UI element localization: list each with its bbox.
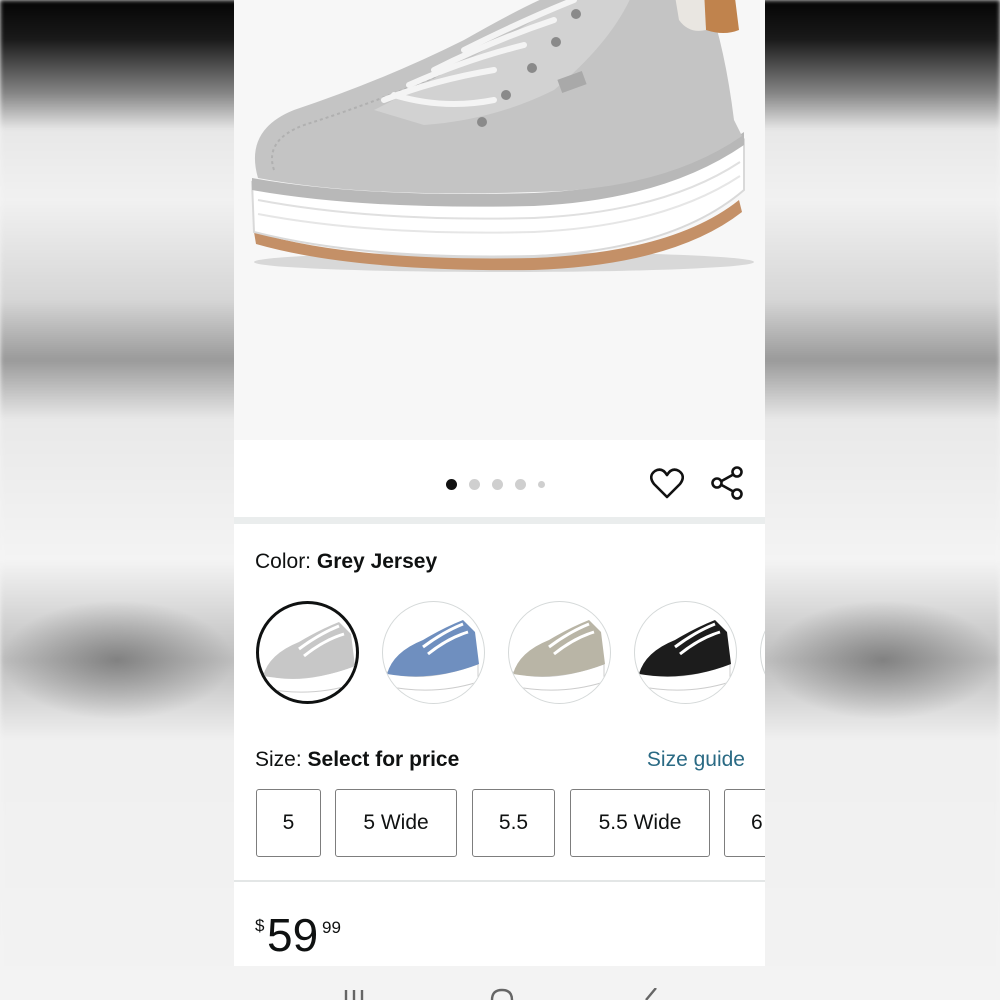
carousel-dot-2[interactable]: [469, 478, 480, 490]
section-divider: [234, 517, 765, 524]
size-option-6[interactable]: 6: [724, 789, 765, 857]
price-fraction: 99: [322, 918, 341, 937]
back-icon[interactable]: [640, 988, 660, 1000]
size-guide-link[interactable]: Size guide: [647, 748, 745, 772]
swatch-shoe-image: [512, 620, 605, 691]
swatch-blue[interactable]: [382, 601, 485, 704]
color-label-prefix: Color:: [255, 550, 312, 573]
swatch-shoe-image: [761, 602, 765, 704]
carousel-dot-1[interactable]: [446, 478, 457, 490]
swatch-shoe-image: [638, 620, 731, 691]
size-option-5-5-wide[interactable]: 5.5 Wide: [570, 789, 710, 857]
share-icon[interactable]: [710, 466, 744, 500]
section-divider: [234, 880, 765, 882]
swatch-taupe[interactable]: [508, 601, 611, 704]
size-options: 5 5 Wide 5.5 5.5 Wide 6: [256, 789, 765, 857]
backdrop-shade-left: [0, 600, 234, 720]
size-header: Size: Select for price Size guide: [255, 748, 745, 772]
system-nav-bar: [0, 966, 1000, 1000]
image-carousel-controls: [234, 440, 765, 518]
swatch-grey-jersey[interactable]: [256, 601, 359, 704]
product-screen: Color: Grey Jersey Size: Select for pric…: [234, 0, 765, 1000]
swatch-black[interactable]: [634, 601, 737, 704]
size-option-5[interactable]: 5: [256, 789, 321, 857]
carousel-dot-5[interactable]: [538, 480, 545, 488]
backdrop-shade-right: [766, 600, 1000, 720]
home-icon[interactable]: [490, 988, 514, 1000]
size-label: Size:: [255, 748, 302, 771]
color-label: Color: Grey Jersey: [255, 550, 437, 574]
swatch-shoe-image: [386, 620, 479, 691]
size-option-5-5[interactable]: 5.5: [472, 789, 555, 857]
size-value: Select for price: [307, 748, 460, 771]
color-swatches: [256, 601, 765, 705]
price-currency: $: [255, 916, 265, 935]
swatch-shoe-image: [262, 622, 355, 693]
sneaker-image: [250, 0, 754, 272]
carousel-dot-4[interactable]: [515, 478, 526, 490]
recent-apps-icon[interactable]: [342, 990, 366, 1000]
heart-icon[interactable]: [650, 468, 684, 500]
swatch-partial-next[interactable]: [760, 601, 765, 704]
selected-color-name: Grey Jersey: [316, 550, 438, 573]
price-whole: 59: [267, 909, 319, 961]
product-image[interactable]: [234, 0, 765, 440]
carousel-dots: [446, 478, 545, 490]
carousel-dot-3[interactable]: [492, 478, 503, 490]
size-option-5-wide[interactable]: 5 Wide: [335, 789, 457, 857]
